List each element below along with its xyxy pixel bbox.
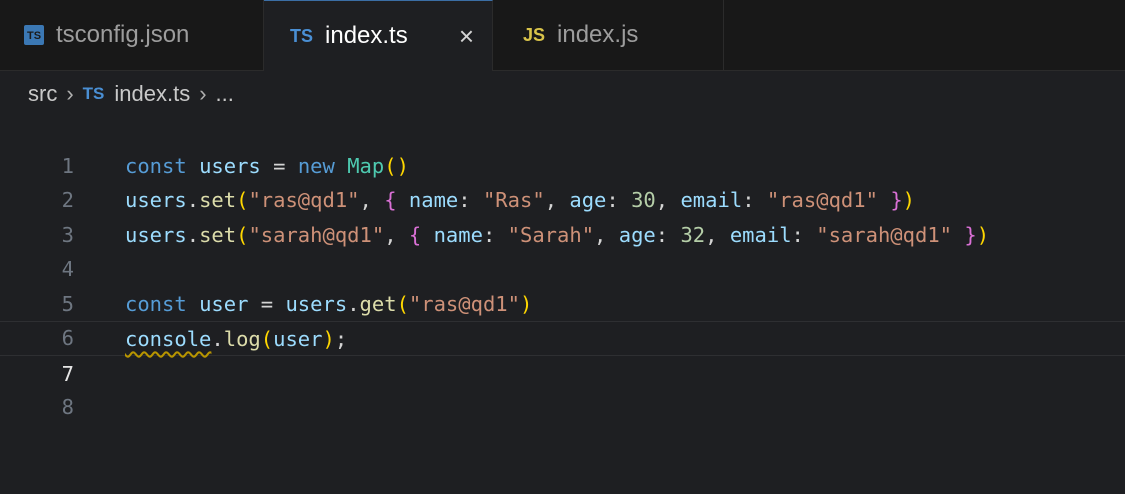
breadcrumb-symbols[interactable]: ... bbox=[216, 81, 234, 107]
code-editor[interactable]: 1 2 const users = new Map() 3 users.set(… bbox=[0, 114, 1125, 442]
breadcrumb-file[interactable]: index.ts bbox=[114, 81, 190, 107]
line-code: users.set("ras@qd1", { name: "Ras", age:… bbox=[125, 188, 915, 212]
code-line[interactable]: 1 bbox=[0, 114, 1125, 178]
editor-tab-bar: TS tsconfig.json TS index.ts × JS index.… bbox=[0, 0, 1125, 71]
code-line-active[interactable]: 7 console.log(user); bbox=[0, 321, 1125, 386]
code-line[interactable]: 8 bbox=[0, 356, 1125, 419]
code-line[interactable]: 5 bbox=[0, 252, 1125, 316]
line-code: const user = users.get("ras@qd1") bbox=[125, 291, 533, 316]
code-line[interactable]: 2 const users = new Map() bbox=[0, 149, 1125, 213]
tab-tsconfig-json[interactable]: TS tsconfig.json bbox=[0, 0, 264, 70]
tab-label: tsconfig.json bbox=[56, 21, 190, 48]
tab-label: index.js bbox=[557, 21, 639, 48]
tab-index-ts[interactable]: TS index.ts × bbox=[264, 0, 493, 71]
typescript-icon: TS bbox=[82, 84, 105, 103]
code-line[interactable]: 4 users.set("sarah@qd1", { name: "Sarah"… bbox=[0, 218, 1125, 282]
typescript-icon: TS bbox=[290, 25, 314, 46]
line-code: const users = new Map() bbox=[125, 153, 409, 178]
line-number: 8 bbox=[61, 395, 74, 419]
typescript-config-icon: TS bbox=[24, 25, 44, 45]
breadcrumb-folder[interactable]: src bbox=[28, 81, 57, 107]
close-icon[interactable]: × bbox=[459, 23, 474, 49]
chevron-right-icon: › bbox=[66, 81, 74, 106]
line-code: console.log(user); bbox=[125, 327, 348, 351]
code-line[interactable]: 3 users.set("ras@qd1", { name: "Ras", ag… bbox=[0, 183, 1125, 247]
chevron-right-icon: › bbox=[199, 81, 207, 106]
tab-label: index.ts bbox=[325, 22, 408, 49]
line-code: users.set("sarah@qd1", { name: "Sarah", … bbox=[125, 222, 990, 247]
javascript-icon: JS bbox=[523, 24, 546, 45]
breadcrumb: src › TS index.ts › ... bbox=[28, 78, 234, 110]
tab-index-js[interactable]: JS index.js bbox=[493, 0, 724, 70]
code-line[interactable]: 6 const user = users.get("ras@qd1") bbox=[0, 287, 1125, 351]
